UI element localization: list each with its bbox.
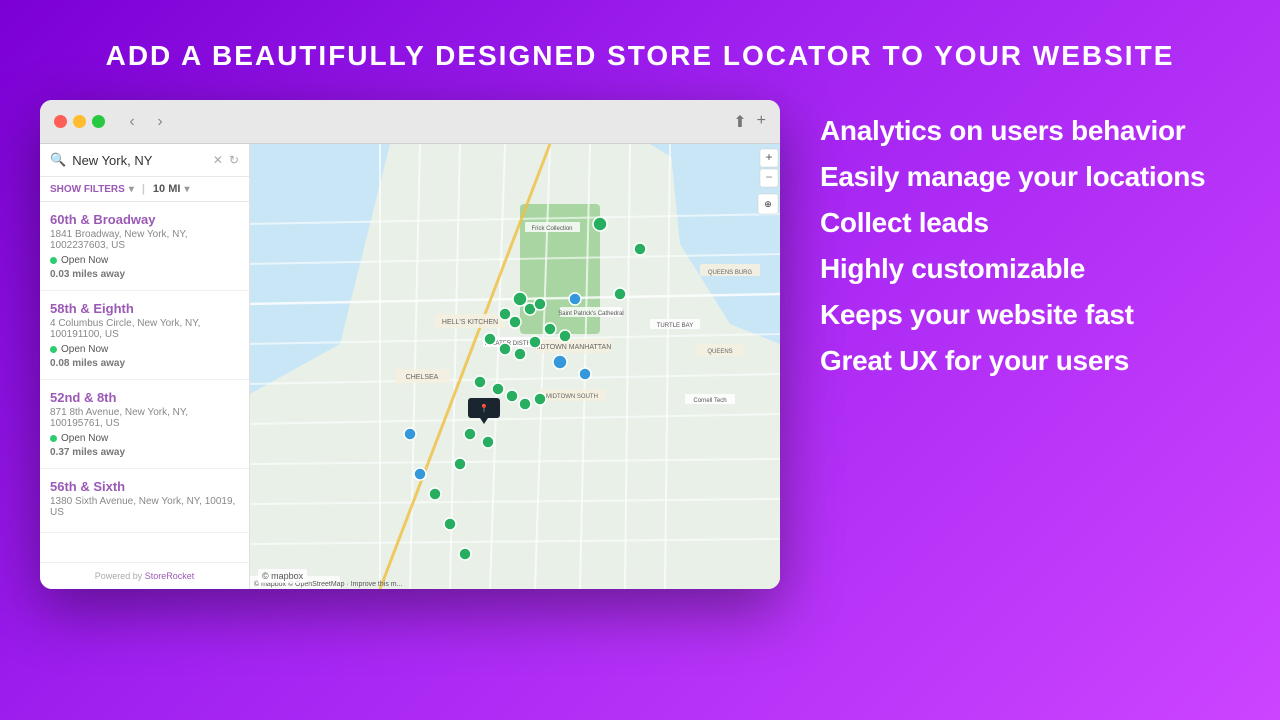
nav-back-button[interactable]: ‹ <box>121 111 143 133</box>
nav-buttons: ‹ › <box>121 111 171 133</box>
traffic-light-green[interactable] <box>92 115 105 128</box>
search-clear-icon[interactable]: ✕ <box>213 153 223 167</box>
svg-text:Cornell Tech: Cornell Tech <box>693 398 726 404</box>
page-title: ADD A BEAUTIFULLY DESIGNED STORE LOCATOR… <box>106 40 1175 72</box>
feature-manage: Easily manage your locations <box>820 156 1240 198</box>
svg-text:QUEENS BURG: QUEENS BURG <box>708 270 753 276</box>
location-distance: 0.37 miles away <box>50 447 239 458</box>
browser-window: ‹ › ⬆ + 🔍 New York, NY ✕ ↻ <box>40 100 780 589</box>
status-text: Open Now <box>61 433 108 444</box>
location-status: Open Now <box>50 433 239 444</box>
location-status: Open Now <box>50 255 239 266</box>
mapbox-logo: © mapbox <box>258 569 307 583</box>
search-icon: 🔍 <box>50 152 66 168</box>
map-area[interactable]: CHELSEA HELL'S KITCHEN MIDTOWN MANHATTAN… <box>250 144 780 589</box>
status-text: Open Now <box>61 344 108 355</box>
svg-text:+: + <box>765 150 772 164</box>
location-status: Open Now <box>50 344 239 355</box>
location-name: 52nd & 8th <box>50 390 239 405</box>
feature-ux: Great UX for your users <box>820 340 1240 382</box>
location-address: 4 Columbus Circle, New York, NY, 1001911… <box>50 318 239 340</box>
svg-text:MIDTOWN MANHATTAN: MIDTOWN MANHATTAN <box>533 344 612 351</box>
status-text: Open Now <box>61 255 108 266</box>
browser-toolbar: ‹ › ⬆ + <box>40 100 780 144</box>
svg-text:Frick Collection: Frick Collection <box>531 226 572 232</box>
svg-text:−: − <box>765 170 772 184</box>
feature-leads: Collect leads <box>820 202 1240 244</box>
browser-body: 🔍 New York, NY ✕ ↻ SHOW FILTERS ▾ | 10 M… <box>40 144 780 589</box>
search-refresh-icon[interactable]: ↻ <box>229 153 239 167</box>
filter-chevron-icon: ▾ <box>129 184 134 195</box>
list-item[interactable]: 58th & Eighth 4 Columbus Circle, New Yor… <box>40 291 249 380</box>
location-name: 60th & Broadway <box>50 212 239 227</box>
svg-text:Saint Patrick's Cathedral: Saint Patrick's Cathedral <box>558 311 624 317</box>
location-address: 1841 Broadway, New York, NY, 1002237603,… <box>50 229 239 251</box>
features-list: Analytics on users behavior Easily manag… <box>820 100 1240 382</box>
status-dot-open <box>50 346 57 353</box>
status-dot-open <box>50 257 57 264</box>
svg-text:TURTLE BAY: TURTLE BAY <box>657 323 693 329</box>
sidebar-footer: Powered by StoreRocket <box>40 562 249 589</box>
add-tab-icon[interactable]: + <box>757 112 766 132</box>
storerocket-brand: StoreRocket <box>145 571 195 581</box>
location-name: 58th & Eighth <box>50 301 239 316</box>
svg-text:QUEENS: QUEENS <box>707 349 732 355</box>
list-item[interactable]: 56th & Sixth 1380 Sixth Avenue, New York… <box>40 469 249 533</box>
nav-forward-button[interactable]: › <box>149 111 171 133</box>
content-row: ‹ › ⬆ + 🔍 New York, NY ✕ ↻ <box>0 100 1280 589</box>
feature-analytics: Analytics on users behavior <box>820 110 1240 152</box>
location-list: 60th & Broadway 1841 Broadway, New York,… <box>40 202 249 562</box>
map-svg: CHELSEA HELL'S KITCHEN MIDTOWN MANHATTAN… <box>250 144 780 589</box>
location-address: 1380 Sixth Avenue, New York, NY, 10019, … <box>50 496 239 518</box>
search-value[interactable]: New York, NY <box>72 153 207 168</box>
status-dot-open <box>50 435 57 442</box>
svg-text:CHELSEA: CHELSEA <box>406 374 439 381</box>
location-name: 56th & Sixth <box>50 479 239 494</box>
distance-chevron-icon: ▾ <box>184 184 189 195</box>
location-distance: 0.08 miles away <box>50 358 239 369</box>
svg-text:MIDTOWN SOUTH: MIDTOWN SOUTH <box>546 394 598 400</box>
filter-row: SHOW FILTERS ▾ | 10 MI ▾ <box>40 177 249 202</box>
toolbar-icons: ⬆ + <box>733 112 766 132</box>
svg-text:HELL'S KITCHEN: HELL'S KITCHEN <box>442 319 498 326</box>
traffic-lights <box>54 115 105 128</box>
location-distance: 0.03 miles away <box>50 269 239 280</box>
share-icon[interactable]: ⬆ <box>733 112 746 132</box>
list-item[interactable]: 60th & Broadway 1841 Broadway, New York,… <box>40 202 249 291</box>
traffic-light-yellow[interactable] <box>73 115 86 128</box>
store-sidebar: 🔍 New York, NY ✕ ↻ SHOW FILTERS ▾ | 10 M… <box>40 144 250 589</box>
list-item[interactable]: 52nd & 8th 871 8th Avenue, New York, NY,… <box>40 380 249 469</box>
filter-label[interactable]: SHOW FILTERS <box>50 184 125 195</box>
filter-distance[interactable]: 10 MI <box>153 183 181 195</box>
traffic-light-red[interactable] <box>54 115 67 128</box>
location-address: 871 8th Avenue, New York, NY, 100195761,… <box>50 407 239 429</box>
feature-customizable: Highly customizable <box>820 248 1240 290</box>
svg-text:📍: 📍 <box>479 403 489 413</box>
search-bar: 🔍 New York, NY ✕ ↻ <box>40 144 249 177</box>
feature-fast: Keeps your website fast <box>820 294 1240 336</box>
svg-text:⊕: ⊕ <box>764 199 772 209</box>
